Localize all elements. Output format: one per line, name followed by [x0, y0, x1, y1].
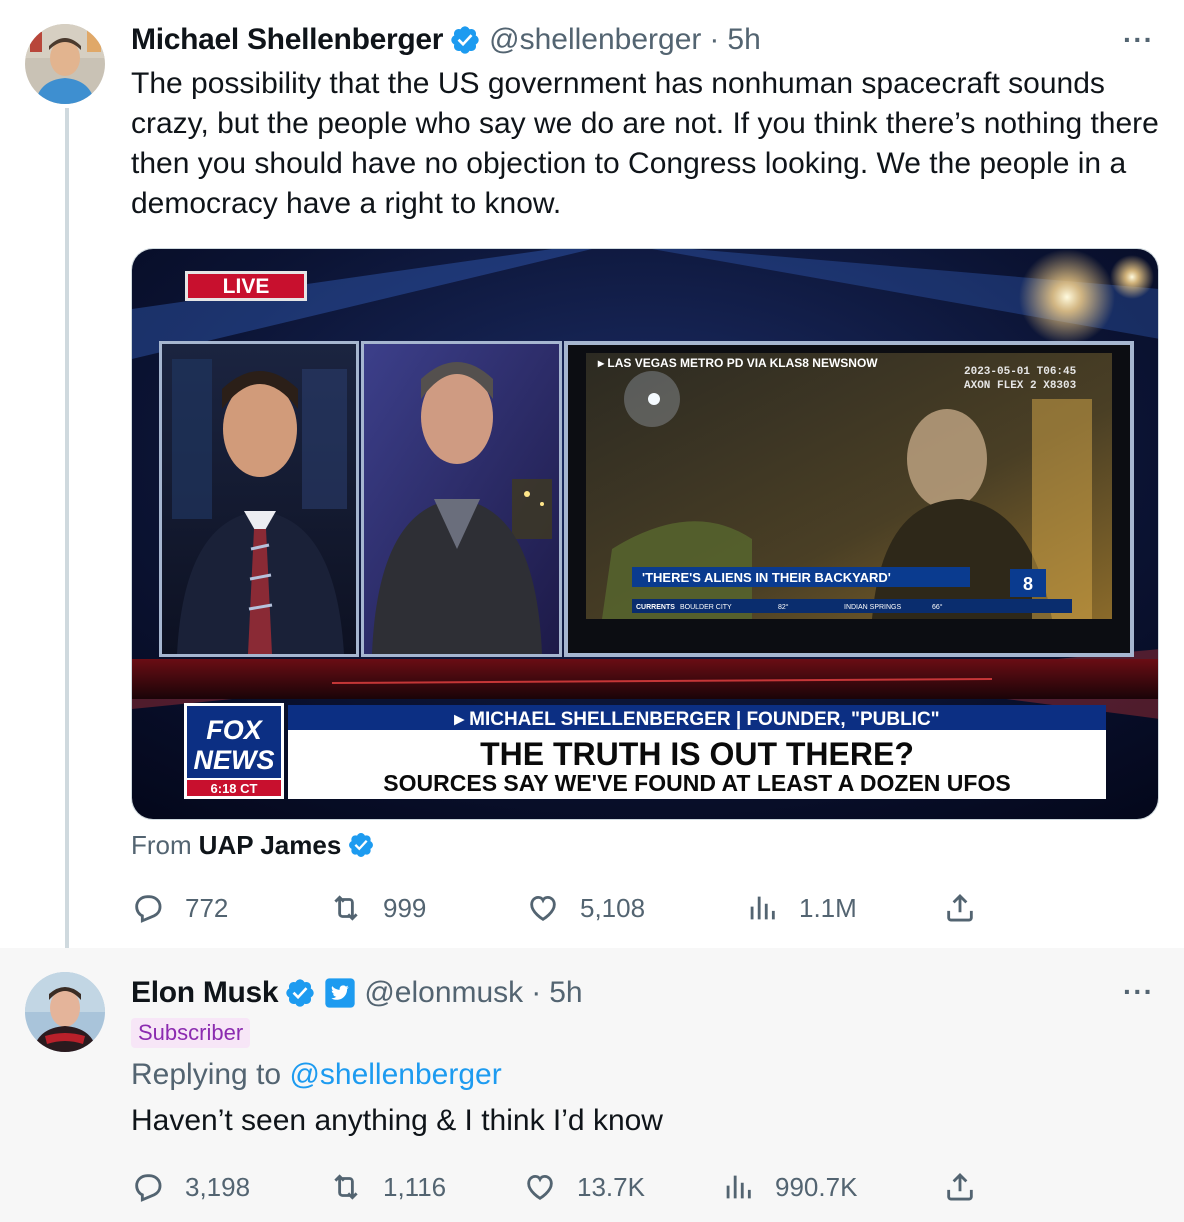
chyron: ▸ MICHAEL SHELLENBERGER | FOUNDER, "PUBL… [288, 705, 1106, 799]
handle[interactable]: @elonmusk [364, 976, 523, 1010]
retweet-icon [334, 1174, 358, 1200]
network-top: FOX [206, 715, 263, 745]
subscriber-badge: Subscriber [131, 1018, 251, 1048]
retweet-icon [334, 895, 358, 921]
thread-line [65, 108, 69, 964]
reply-button[interactable]: 772 [131, 888, 228, 928]
avatar-shellenberger[interactable] [25, 24, 105, 104]
replying-to: Replying to @shellenberger [131, 1058, 502, 1092]
video-source-label: ▸ LAS VEGAS METRO PD VIA KLAS8 NEWSNOW [597, 356, 878, 370]
bodycam-device: AXON FLEX 2 X8303 [964, 380, 1077, 392]
verified-badge-icon[interactable] [449, 24, 481, 56]
retweet-count: 999 [383, 892, 427, 923]
ticker-city-1: BOULDER CITY [680, 604, 732, 611]
ticker-label: CURRENTS [636, 604, 675, 611]
timestamp[interactable]: 5h [727, 23, 760, 57]
chyron-headline: THE TRUTH IS OUT THERE? [480, 736, 914, 772]
more-icon[interactable]: ··· [1123, 976, 1154, 1008]
like-icon [530, 895, 556, 921]
views-button[interactable]: 1.1M [745, 888, 857, 928]
separator-dot: · [709, 23, 720, 56]
network-bottom: NEWS [194, 745, 275, 775]
share-icon [947, 893, 973, 922]
from-name[interactable]: UAP James [199, 830, 342, 861]
chyron-subhead: SOURCES SAY WE'VE FOUND AT LEAST A DOZEN… [383, 770, 1010, 796]
views-icon [750, 896, 775, 920]
reply-button[interactable]: 3,198 [131, 1167, 250, 1207]
retweet-count: 1,116 [383, 1171, 447, 1202]
host-panel [159, 341, 359, 657]
station-logo: 8 [1023, 574, 1033, 594]
display-name[interactable]: Michael Shellenberger [131, 23, 443, 57]
affiliate-badge-icon[interactable] [324, 977, 356, 1009]
like-count: 5,108 [580, 892, 646, 923]
video-caption: 'THERE'S ALIENS IN THEIR BACKYARD' [642, 570, 891, 585]
share-button[interactable] [943, 1167, 997, 1207]
replying-prefix: Replying to [131, 1058, 282, 1091]
replying-mention[interactable]: @shellenberger [289, 1058, 501, 1091]
display-name[interactable]: Elon Musk [131, 976, 279, 1010]
reply-count: 3,198 [185, 1171, 251, 1202]
reply-count: 772 [185, 892, 229, 923]
retweet-button[interactable]: 999 [329, 888, 426, 928]
timestamp[interactable]: 5h [549, 976, 582, 1010]
live-label: LIVE [223, 275, 270, 298]
bodycam-panel: ▸ LAS VEGAS METRO PD VIA KLAS8 NEWSNOW 2… [564, 341, 1134, 657]
author-row: Michael Shellenberger @shellenberger · 5… [131, 20, 761, 60]
share-button[interactable] [943, 888, 997, 928]
like-button[interactable]: 5,108 [526, 888, 645, 928]
guest-panel [361, 341, 562, 657]
ticker-temp-1: 82° [778, 603, 789, 611]
broadcast-clock: 6:18 CT [211, 781, 258, 796]
like-icon [527, 1174, 553, 1200]
ticker-city-2: INDIAN SPRINGS [844, 604, 902, 611]
from-prefix: From [131, 829, 192, 860]
separator-dot: · [531, 976, 542, 1009]
fox-news-logo: FOX NEWS 6:18 CT [184, 703, 284, 799]
view-count: 990.7K [775, 1171, 858, 1202]
share-icon [947, 1172, 973, 1201]
action-bar: 3,198 1,116 13.7K 990.7K [131, 1167, 991, 1207]
reply-icon [135, 1174, 162, 1202]
verified-badge-icon[interactable] [284, 977, 316, 1009]
tweet-shellenberger[interactable]: Michael Shellenberger @shellenberger · 5… [0, 0, 1184, 964]
bodycam-timestamp: 2023-05-01 T06:45 [964, 366, 1077, 378]
media-video[interactable]: LIVE ▸ LAS VEGAS METRO PD VIA KLAS8 NEWS… [131, 248, 1159, 820]
verified-badge-icon [349, 833, 374, 857]
action-bar: 772 999 5,108 1.1M [131, 888, 991, 928]
view-count: 1.1M [799, 892, 857, 923]
live-bug: LIVE [185, 271, 307, 301]
media-attribution: From UAP James [131, 826, 375, 864]
views-button[interactable]: 990.7K [721, 1167, 857, 1207]
ticker-temp-2: 66° [932, 603, 943, 611]
tweet-text: The possibility that the US government h… [131, 67, 1159, 220]
more-icon[interactable]: ··· [1123, 24, 1154, 56]
reply-icon [135, 895, 162, 923]
retweet-button[interactable]: 1,116 [329, 1167, 446, 1207]
views-icon [726, 1175, 751, 1199]
avatar-elonmusk[interactable] [25, 972, 105, 1052]
author-row: Elon Musk @elonmusk · 5h [131, 973, 583, 1013]
like-count: 13.7K [577, 1171, 645, 1202]
tweet-text: Haven’t seen anything & I think I’d know [131, 1104, 663, 1137]
chyron-name: ▸ MICHAEL SHELLENBERGER | FOUNDER, "PUBL… [453, 709, 939, 730]
handle[interactable]: @shellenberger [489, 23, 701, 57]
like-button[interactable]: 13.7K [523, 1167, 645, 1207]
